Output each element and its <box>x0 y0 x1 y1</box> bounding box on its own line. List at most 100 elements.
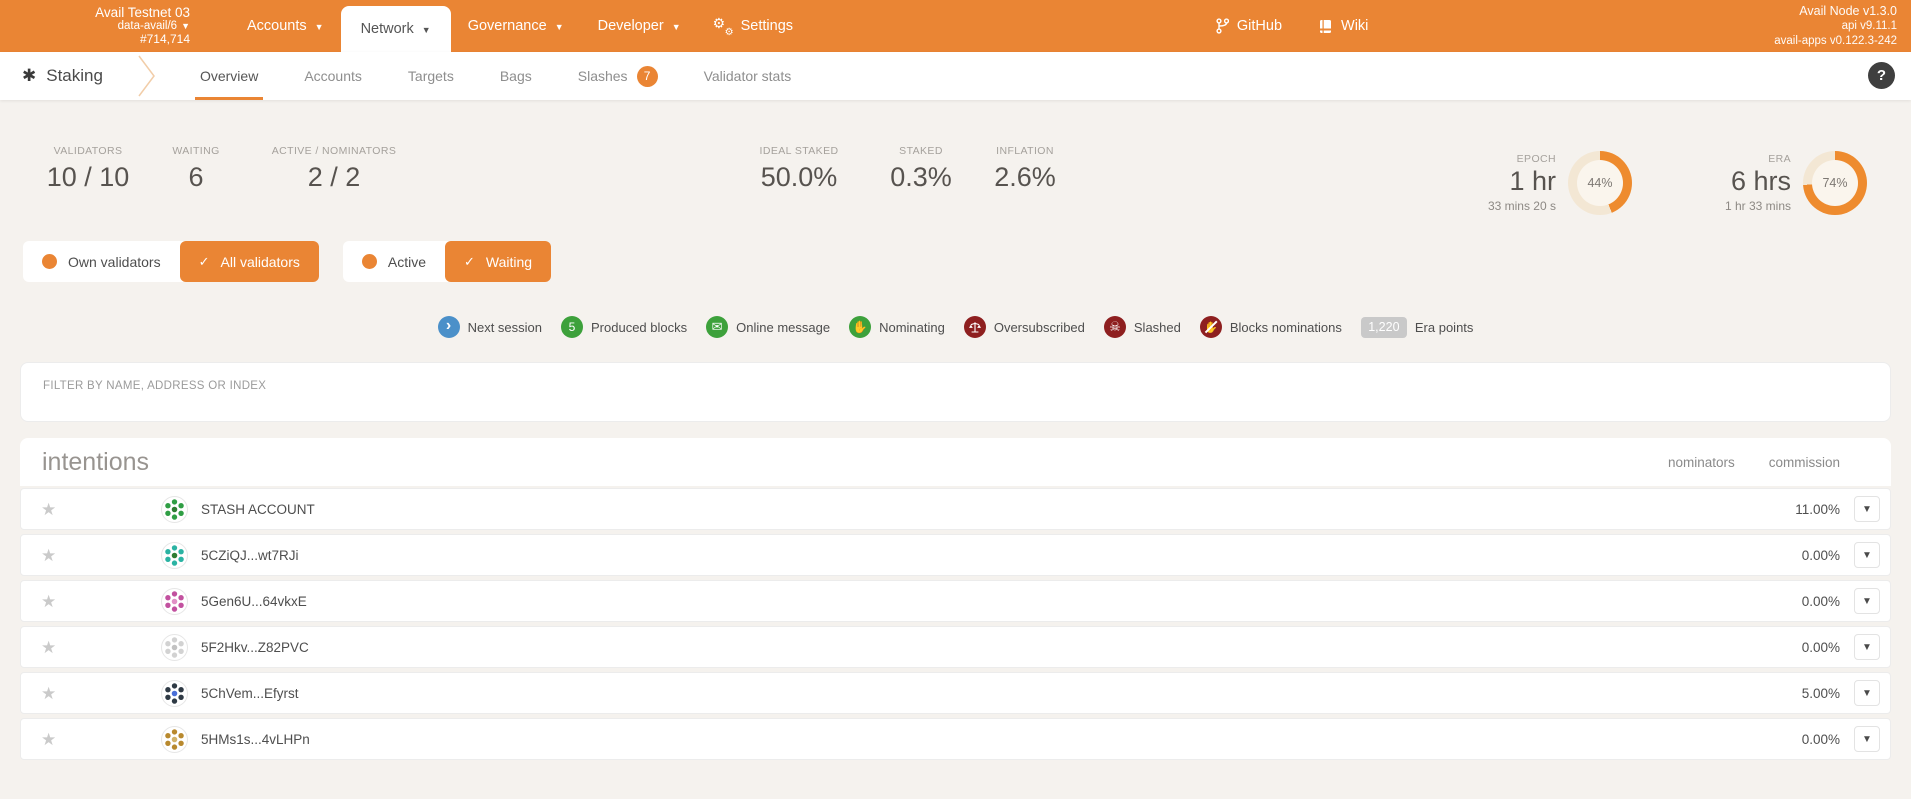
tab-targets[interactable]: Targets <box>385 52 477 100</box>
menu-governance[interactable]: Governance▼ <box>451 0 581 52</box>
tab-overview[interactable]: Overview <box>177 52 281 100</box>
legend-era-points: 1,220Era points <box>1361 317 1474 338</box>
commission-value: 0.00% <box>1760 594 1840 609</box>
best-block-number: #714,714 <box>58 33 190 46</box>
chevron-down-icon: ▼ <box>181 21 190 31</box>
row-expand-button[interactable]: ▼ <box>1854 496 1880 522</box>
favorite-star-icon[interactable]: ★ <box>21 731 69 748</box>
chain-name: Avail Testnet 03 <box>58 5 190 20</box>
epoch-text: EPOCH 1 hr 33 mins 20 s <box>1488 153 1556 212</box>
next-session-icon: › <box>438 316 460 338</box>
favorite-star-icon[interactable]: ★ <box>21 501 69 518</box>
top-menus: Accounts▼ Network▼ Governance▼ Developer… <box>230 0 810 52</box>
epoch-label: EPOCH <box>1488 153 1556 165</box>
favorite-star-icon[interactable]: ★ <box>21 593 69 610</box>
epoch-progress-ring: 44% <box>1568 151 1632 215</box>
row-expand-button[interactable]: ▼ <box>1854 588 1880 614</box>
breadcrumb-chevron-icon <box>137 54 159 98</box>
table-row: ★5CZiQJ...wt7RJi0.00%▼ <box>20 534 1891 576</box>
table-rows: ★STASH ACCOUNT11.00%▼★5CZiQJ...wt7RJi0.0… <box>20 488 1891 760</box>
toggle-own-validators[interactable]: Own validators <box>23 241 180 282</box>
legend-label: Slashed <box>1134 320 1181 335</box>
validator-address: 5Gen6U...64vkxE <box>201 594 307 609</box>
tab-slashes[interactable]: Slashes7 <box>555 52 681 100</box>
toggle-waiting[interactable]: ✓Waiting <box>445 241 551 282</box>
legend-label: Next session <box>468 320 542 335</box>
legend-blocks-nominations: ✋Blocks nominations <box>1200 316 1342 338</box>
row-expand-button[interactable]: ▼ <box>1854 634 1880 660</box>
stat-waiting: WAITING 6 <box>150 145 242 193</box>
intentions-table: intentions nominators commission ★ STASH … <box>20 438 1891 760</box>
legend-next-session: › Next session <box>438 316 542 338</box>
toggle-label: All validators <box>221 254 300 270</box>
table-row: ★5HMs1s...4vLHPn0.00%▼ <box>20 718 1891 760</box>
menu-developer[interactable]: Developer▼ <box>581 0 698 52</box>
validator-address: STASH ACCOUNT <box>201 502 315 517</box>
chain-selector[interactable]: Avail Testnet 03 data-avail/6▼ #714,714 <box>58 5 190 46</box>
identicon[interactable] <box>161 542 188 569</box>
oversubscribed-icon <box>964 316 986 338</box>
era-timer: ERA 6 hrs 1 hr 33 mins 74% <box>1725 151 1867 215</box>
filter-input[interactable] <box>43 380 1868 392</box>
produced-blocks-icon: 5 <box>561 316 583 338</box>
table-row: ★ 5Gen6U...64vkxE 0.00% ▼ <box>20 580 1891 622</box>
menu-network[interactable]: Network▼ <box>341 6 451 52</box>
apps-version: avail-apps v0.122.3-242 <box>1774 34 1897 49</box>
tab-bags[interactable]: Bags <box>477 52 555 100</box>
stat-ideal-staked: IDEAL STAKED50.0% <box>740 145 858 193</box>
node-version: Avail Node v1.3.0 <box>1774 3 1897 19</box>
staking-summary: VALIDATORS10 / 10WAITING6ACTIVE / NOMINA… <box>0 145 1911 237</box>
chevron-down-icon: ▼ <box>422 25 431 35</box>
github-fork-icon <box>1216 18 1229 34</box>
github-link[interactable]: GitHub <box>1216 18 1282 34</box>
favorite-star-icon[interactable]: ★ <box>21 639 69 656</box>
legend-label: Nominating <box>879 320 945 335</box>
toggle-label: Active <box>388 254 426 270</box>
legend-label: Oversubscribed <box>994 320 1085 335</box>
stat-active-nominators: ACTIVE / NOMINATORS2 / 2 <box>250 145 418 193</box>
staking-app-icon: ✱ <box>22 66 36 86</box>
era-value: 6 hrs <box>1725 167 1791 195</box>
wiki-link[interactable]: Wiki <box>1318 18 1368 34</box>
commission-value: 0.00% <box>1760 732 1840 747</box>
help-button[interactable]: ? <box>1868 62 1895 89</box>
chevron-down-icon: ▼ <box>672 22 681 32</box>
table-row: ★STASH ACCOUNT11.00%▼ <box>20 488 1891 530</box>
nominating-icon: ✋ <box>849 316 871 338</box>
toggle-label: Own validators <box>68 254 161 270</box>
row-expand-button[interactable]: ▼ <box>1854 542 1880 568</box>
toggle-all-validators[interactable]: ✓ All validators <box>180 241 319 282</box>
identicon[interactable] <box>161 634 188 661</box>
stat-label: WAITING <box>150 145 242 157</box>
favorite-star-icon[interactable]: ★ <box>21 685 69 702</box>
identicon[interactable] <box>161 496 188 523</box>
api-version: api v9.11.1 <box>1774 19 1897 34</box>
legend-label: Online message <box>736 320 830 335</box>
identicon[interactable] <box>161 588 188 615</box>
tab-accounts[interactable]: Accounts <box>281 52 385 100</box>
menu-settings[interactable]: ⚙⚙ Settings <box>698 0 810 52</box>
check-icon: ✓ <box>199 254 210 270</box>
book-icon <box>1318 19 1333 34</box>
stat-value: 2 / 2 <box>250 162 418 193</box>
slashed-icon: ☠ <box>1104 316 1126 338</box>
table-header: intentions nominators commission <box>20 438 1891 486</box>
row-expand-button[interactable]: ▼ <box>1854 726 1880 752</box>
status-legend: ›Next session5Produced blocks✉Online mes… <box>0 316 1911 338</box>
tab-validator-stats[interactable]: Validator stats <box>681 52 815 100</box>
stat-value: 6 <box>150 162 242 193</box>
era-progress-ring: 74% <box>1803 151 1867 215</box>
favorite-star-icon[interactable]: ★ <box>21 547 69 564</box>
stat-label: STAKED <box>864 145 978 157</box>
identicon[interactable] <box>161 680 188 707</box>
filter-card <box>20 362 1891 422</box>
menu-accounts[interactable]: Accounts▼ <box>230 0 341 52</box>
validator-address: 5F2Hkv...Z82PVC <box>201 640 309 655</box>
toggle-active[interactable]: Active <box>343 241 445 282</box>
identicon[interactable] <box>161 726 188 753</box>
row-expand-button[interactable]: ▼ <box>1854 680 1880 706</box>
stat-value: 10 / 10 <box>28 162 148 193</box>
column-commission: commission <box>1769 455 1840 470</box>
app-title: ✱ Staking <box>22 52 103 100</box>
tab-label: Bags <box>500 68 532 84</box>
